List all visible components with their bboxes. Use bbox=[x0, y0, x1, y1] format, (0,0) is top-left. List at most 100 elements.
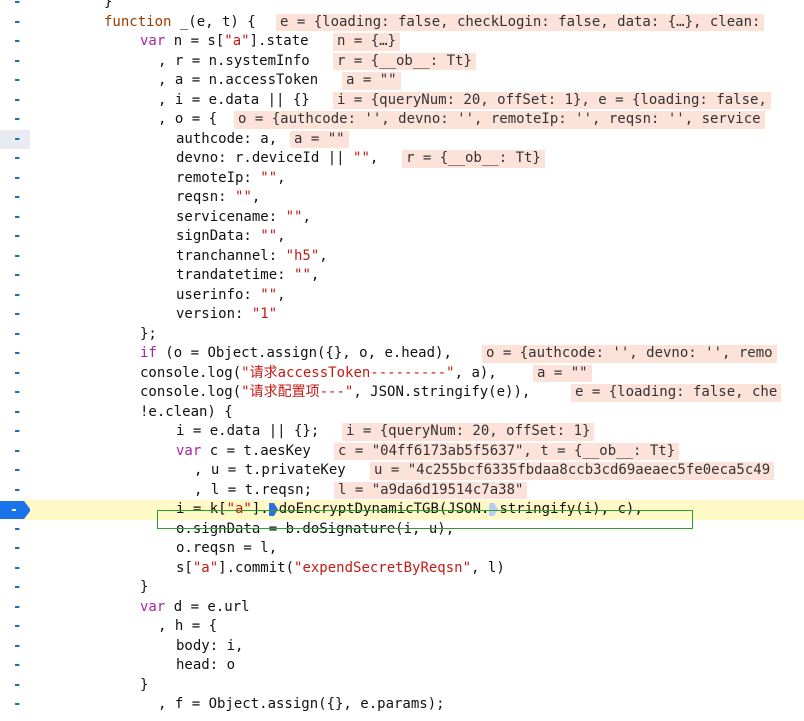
gutter-dash[interactable]: - bbox=[13, 422, 21, 442]
gutter-dash[interactable]: - bbox=[13, 461, 21, 481]
code-line[interactable]: -}; bbox=[0, 325, 804, 345]
code-token: reqsn: bbox=[176, 189, 236, 205]
code-text: userinfo: "", bbox=[176, 286, 286, 306]
code-editor[interactable]: -} - function _(e, t) {e = {loading: false… bbox=[0, 0, 804, 721]
inline-variable-value[interactable]: o = {authcode: '', devno: '', remoteIp: … bbox=[234, 111, 765, 129]
inline-variable-value[interactable]: i = {queryNum: 20, offSet: 1}, e = {load… bbox=[333, 91, 771, 109]
code-line[interactable]: - o.reqsn = l, bbox=[0, 539, 804, 559]
gutter-dash[interactable]: - bbox=[13, 188, 21, 208]
inline-variable-value[interactable]: a = "" bbox=[342, 72, 401, 90]
gutter-dash[interactable]: - bbox=[13, 32, 21, 52]
inline-variable-value[interactable]: a = "" bbox=[290, 130, 349, 148]
gutter-dash[interactable]: - bbox=[13, 110, 21, 130]
code-line[interactable]: -} bbox=[0, 0, 804, 13]
gutter-dash[interactable]: - bbox=[13, 637, 21, 657]
gutter-dash[interactable]: - bbox=[13, 695, 21, 715]
gutter-dash[interactable]: - bbox=[13, 208, 21, 228]
code-line[interactable]: - trandatetime: "", bbox=[0, 266, 804, 286]
gutter-dash[interactable]: - bbox=[13, 169, 21, 189]
inline-variable-value[interactable]: o = {authcode: '', devno: '', remo bbox=[482, 345, 777, 363]
gutter-dash[interactable]: - bbox=[13, 578, 21, 598]
gutter-dash[interactable]: - bbox=[13, 305, 21, 325]
code-line[interactable]: - o.signData = b.doSignature(i, u), bbox=[0, 520, 804, 540]
code-text: , i = e.data || {} bbox=[158, 91, 310, 111]
gutter-dash[interactable]: - bbox=[13, 676, 21, 696]
gutter-dash[interactable]: - bbox=[13, 71, 21, 91]
gutter-dash[interactable]: - bbox=[13, 266, 21, 286]
code-line-current[interactable]: - i = k["a"]. doEncryptDynamicTGB(JSON. str… bbox=[0, 500, 804, 520]
inline-variable-value[interactable]: u = "4c255bcf6335fbdaa8ccb3cd69aeaec5fe0… bbox=[370, 462, 775, 480]
code-line[interactable]: - authcode: a, a = "" bbox=[0, 129, 804, 150]
gutter-dash[interactable]: - bbox=[13, 539, 21, 559]
code-line[interactable]: - s["a"].commit("expendSecretByReqsn", l) bbox=[0, 559, 804, 579]
gutter-dash[interactable]: - bbox=[13, 559, 21, 579]
code-line[interactable]: - servicename: "", bbox=[0, 208, 804, 228]
code-line[interactable]: - function _(e, t) {e = {loading: false, … bbox=[0, 13, 804, 33]
inline-variable-value[interactable]: i = {queryNum: 20, offSet: 1} bbox=[342, 423, 595, 441]
code-line[interactable]: - , r = n.systemInfo r = {__ob__: Tt} bbox=[0, 52, 804, 72]
inline-variable-value[interactable]: r = {__ob__: Tt} bbox=[333, 52, 476, 70]
gutter-dash[interactable]: - bbox=[13, 13, 21, 33]
code-line[interactable]: - head: o bbox=[0, 656, 804, 676]
inline-breakpoint-icon[interactable] bbox=[489, 502, 499, 516]
code-line[interactable]: - , l = t.reqsn; l = "a9da6d19514c7a38" bbox=[0, 481, 804, 501]
inline-variable-value[interactable]: c = "04ff6173ab5f5637", t = {__ob__: Tt} bbox=[334, 442, 680, 460]
gutter-dash[interactable]: - bbox=[13, 344, 21, 364]
code-line[interactable]: - var n = s["a"].state n = {…} bbox=[0, 32, 804, 52]
code-token: signData: bbox=[176, 228, 261, 244]
gutter-dash[interactable]: - bbox=[13, 598, 21, 618]
inline-variable-value[interactable]: l = "a9da6d19514c7a38" bbox=[334, 481, 528, 499]
gutter-dash[interactable]: - bbox=[13, 383, 21, 403]
gutter-dash[interactable]: - bbox=[13, 481, 21, 501]
inline-variable-value[interactable]: r = {__ob__: Tt} bbox=[402, 150, 545, 168]
code-line[interactable]: - devno: r.deviceId || "", r = {__ob__: Tt… bbox=[0, 149, 804, 169]
gutter-dash[interactable]: - bbox=[13, 325, 21, 345]
code-line[interactable]: - tranchannel: "h5", bbox=[0, 247, 804, 267]
gutter-dash[interactable]: - bbox=[13, 149, 21, 169]
code-line[interactable]: - version: "1" bbox=[0, 305, 804, 325]
code-token: "" bbox=[294, 267, 311, 283]
code-line[interactable]: - console.log("请求配置项---", JSON.stringify(… bbox=[0, 383, 804, 403]
code-line[interactable]: -} bbox=[0, 676, 804, 696]
code-line[interactable]: - , o = {o = {authcode: '', devno: '', re… bbox=[0, 110, 804, 130]
code-token: version: bbox=[176, 306, 252, 322]
inline-variable-value[interactable]: n = {…} bbox=[333, 33, 401, 51]
gutter-dash[interactable]: - bbox=[13, 91, 21, 111]
code-line[interactable]: - signData: "", bbox=[0, 227, 804, 247]
gutter-dash[interactable]: - bbox=[13, 227, 21, 247]
code-line[interactable]: - , h = { bbox=[0, 617, 804, 637]
code-line[interactable]: - var c = t.aesKey c = "04ff6173ab5f5637",… bbox=[0, 442, 804, 462]
code-line[interactable]: - if (o = Object.assign({}, o, e.head), o … bbox=[0, 344, 804, 364]
gutter-dash[interactable]: - bbox=[13, 617, 21, 637]
gutter-dash[interactable]: - bbox=[13, 442, 21, 462]
inline-variable-value[interactable]: a = "" bbox=[533, 364, 592, 382]
gutter-dash[interactable]: - bbox=[13, 520, 21, 540]
code-line[interactable]: - , a = n.accessToken a = "" bbox=[0, 71, 804, 91]
code-line[interactable]: - i = e.data || {}; i = {queryNum: 20, off… bbox=[0, 422, 804, 442]
code-line[interactable]: - , f = Object.assign({}, e.params); bbox=[0, 695, 804, 715]
gutter-dash[interactable]: - bbox=[13, 247, 21, 267]
gutter-dash[interactable]: - bbox=[13, 52, 21, 72]
code-line[interactable]: - body: i, bbox=[0, 637, 804, 657]
code-line[interactable]: - userinfo: "", bbox=[0, 286, 804, 306]
gutter-dash[interactable]: - bbox=[13, 130, 21, 150]
code-line[interactable]: - , u = t.privateKey u = "4c255bcf6335fbda… bbox=[0, 461, 804, 481]
gutter-dash[interactable]: - bbox=[13, 403, 21, 423]
gutter-dash[interactable]: - bbox=[13, 656, 21, 676]
inline-breakpoint-icon[interactable] bbox=[268, 502, 278, 516]
code-line[interactable]: - !e.clean) { bbox=[0, 403, 804, 423]
inline-variable-value[interactable]: e = {loading: false, che bbox=[571, 384, 782, 402]
paused-execution-arrow-icon[interactable]: - bbox=[0, 500, 30, 520]
code-line[interactable]: - , i = e.data || {} i = {queryNum: 20, of… bbox=[0, 91, 804, 111]
gutter-dash[interactable]: - bbox=[13, 0, 21, 13]
code-line[interactable]: - console.log("请求accessToken---------", a… bbox=[0, 364, 804, 384]
code-token: tranchannel: bbox=[176, 247, 286, 264]
inline-variable-value[interactable]: e = {loading: false, checkLogin: false, … bbox=[276, 13, 765, 31]
gutter-dash[interactable]: - bbox=[13, 286, 21, 306]
code-line[interactable]: -} bbox=[0, 578, 804, 598]
code-line[interactable]: - var d = e.url bbox=[0, 598, 804, 618]
code-line[interactable]: - reqsn: "", bbox=[0, 188, 804, 208]
code-line[interactable]: - remoteIp: "", bbox=[0, 169, 804, 189]
code-token: d = e.url bbox=[173, 598, 250, 615]
gutter-dash[interactable]: - bbox=[13, 364, 21, 384]
